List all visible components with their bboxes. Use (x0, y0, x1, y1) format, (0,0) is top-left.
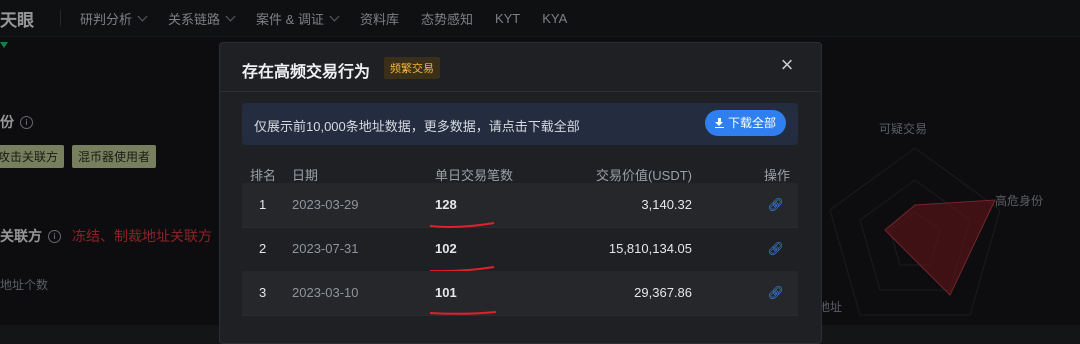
rank-cell: 1 (259, 197, 267, 212)
download-label: 下载全部 (727, 116, 776, 130)
frequent-trade-badge: 频繁交易 (384, 57, 440, 79)
modal-title: 存在高频交易行为 (242, 64, 371, 81)
count-cell: 102 (435, 241, 457, 256)
table-row[interactable]: 1 2023-03-29 128 3,140.32 🔗︎ (242, 183, 798, 228)
value-cell: 3,140.32 (641, 197, 692, 212)
rank-cell: 3 (259, 285, 267, 300)
modal-header: 存在高频交易行为 频繁交易 × (220, 43, 821, 92)
notice-banner: 仅展示前10,000条地址数据，更多数据，请点击下载全部 下载全部 (242, 103, 798, 145)
value-cell: 15,810,134.05 (608, 241, 692, 256)
red-underline-annotation (429, 311, 497, 315)
date-cell: 2023-03-29 (292, 197, 359, 212)
count-cell: 128 (435, 197, 457, 212)
download-icon (714, 118, 724, 128)
notice-text: 仅展示前10,000条地址数据，更多数据，请点击下载全部 (254, 119, 580, 134)
col-date: 日期 (292, 168, 319, 183)
link-icon[interactable]: 🔗︎ (767, 197, 784, 213)
col-daily-count: 单日交易笔数 (435, 168, 514, 183)
count-cell: 101 (435, 285, 457, 300)
rank-cell: 2 (259, 241, 267, 256)
table-row[interactable]: 2 2023-07-31 102 15,810,134.05 🔗︎ (242, 227, 798, 273)
link-icon[interactable]: 🔗︎ (767, 285, 784, 301)
close-icon[interactable]: × (777, 54, 797, 76)
col-rank: 排名 (250, 168, 277, 183)
col-value: 交易价值(USDT) (595, 168, 692, 183)
value-cell: 29,367.86 (634, 285, 692, 300)
col-action: 操作 (763, 168, 790, 183)
table-row[interactable]: 3 2023-03-10 101 29,367.86 🔗︎ (242, 271, 798, 316)
date-cell: 2023-07-31 (292, 241, 359, 256)
high-frequency-modal: 存在高频交易行为 频繁交易 × 仅展示前10,000条地址数据，更多数据，请点击… (219, 42, 822, 344)
link-icon[interactable]: 🔗︎ (767, 241, 784, 257)
table-header: 排名 日期 单日交易笔数 交易价值(USDT) 操作 (242, 163, 798, 185)
date-cell: 2023-03-10 (292, 285, 359, 300)
download-all-button[interactable]: 下载全部 (704, 110, 786, 136)
